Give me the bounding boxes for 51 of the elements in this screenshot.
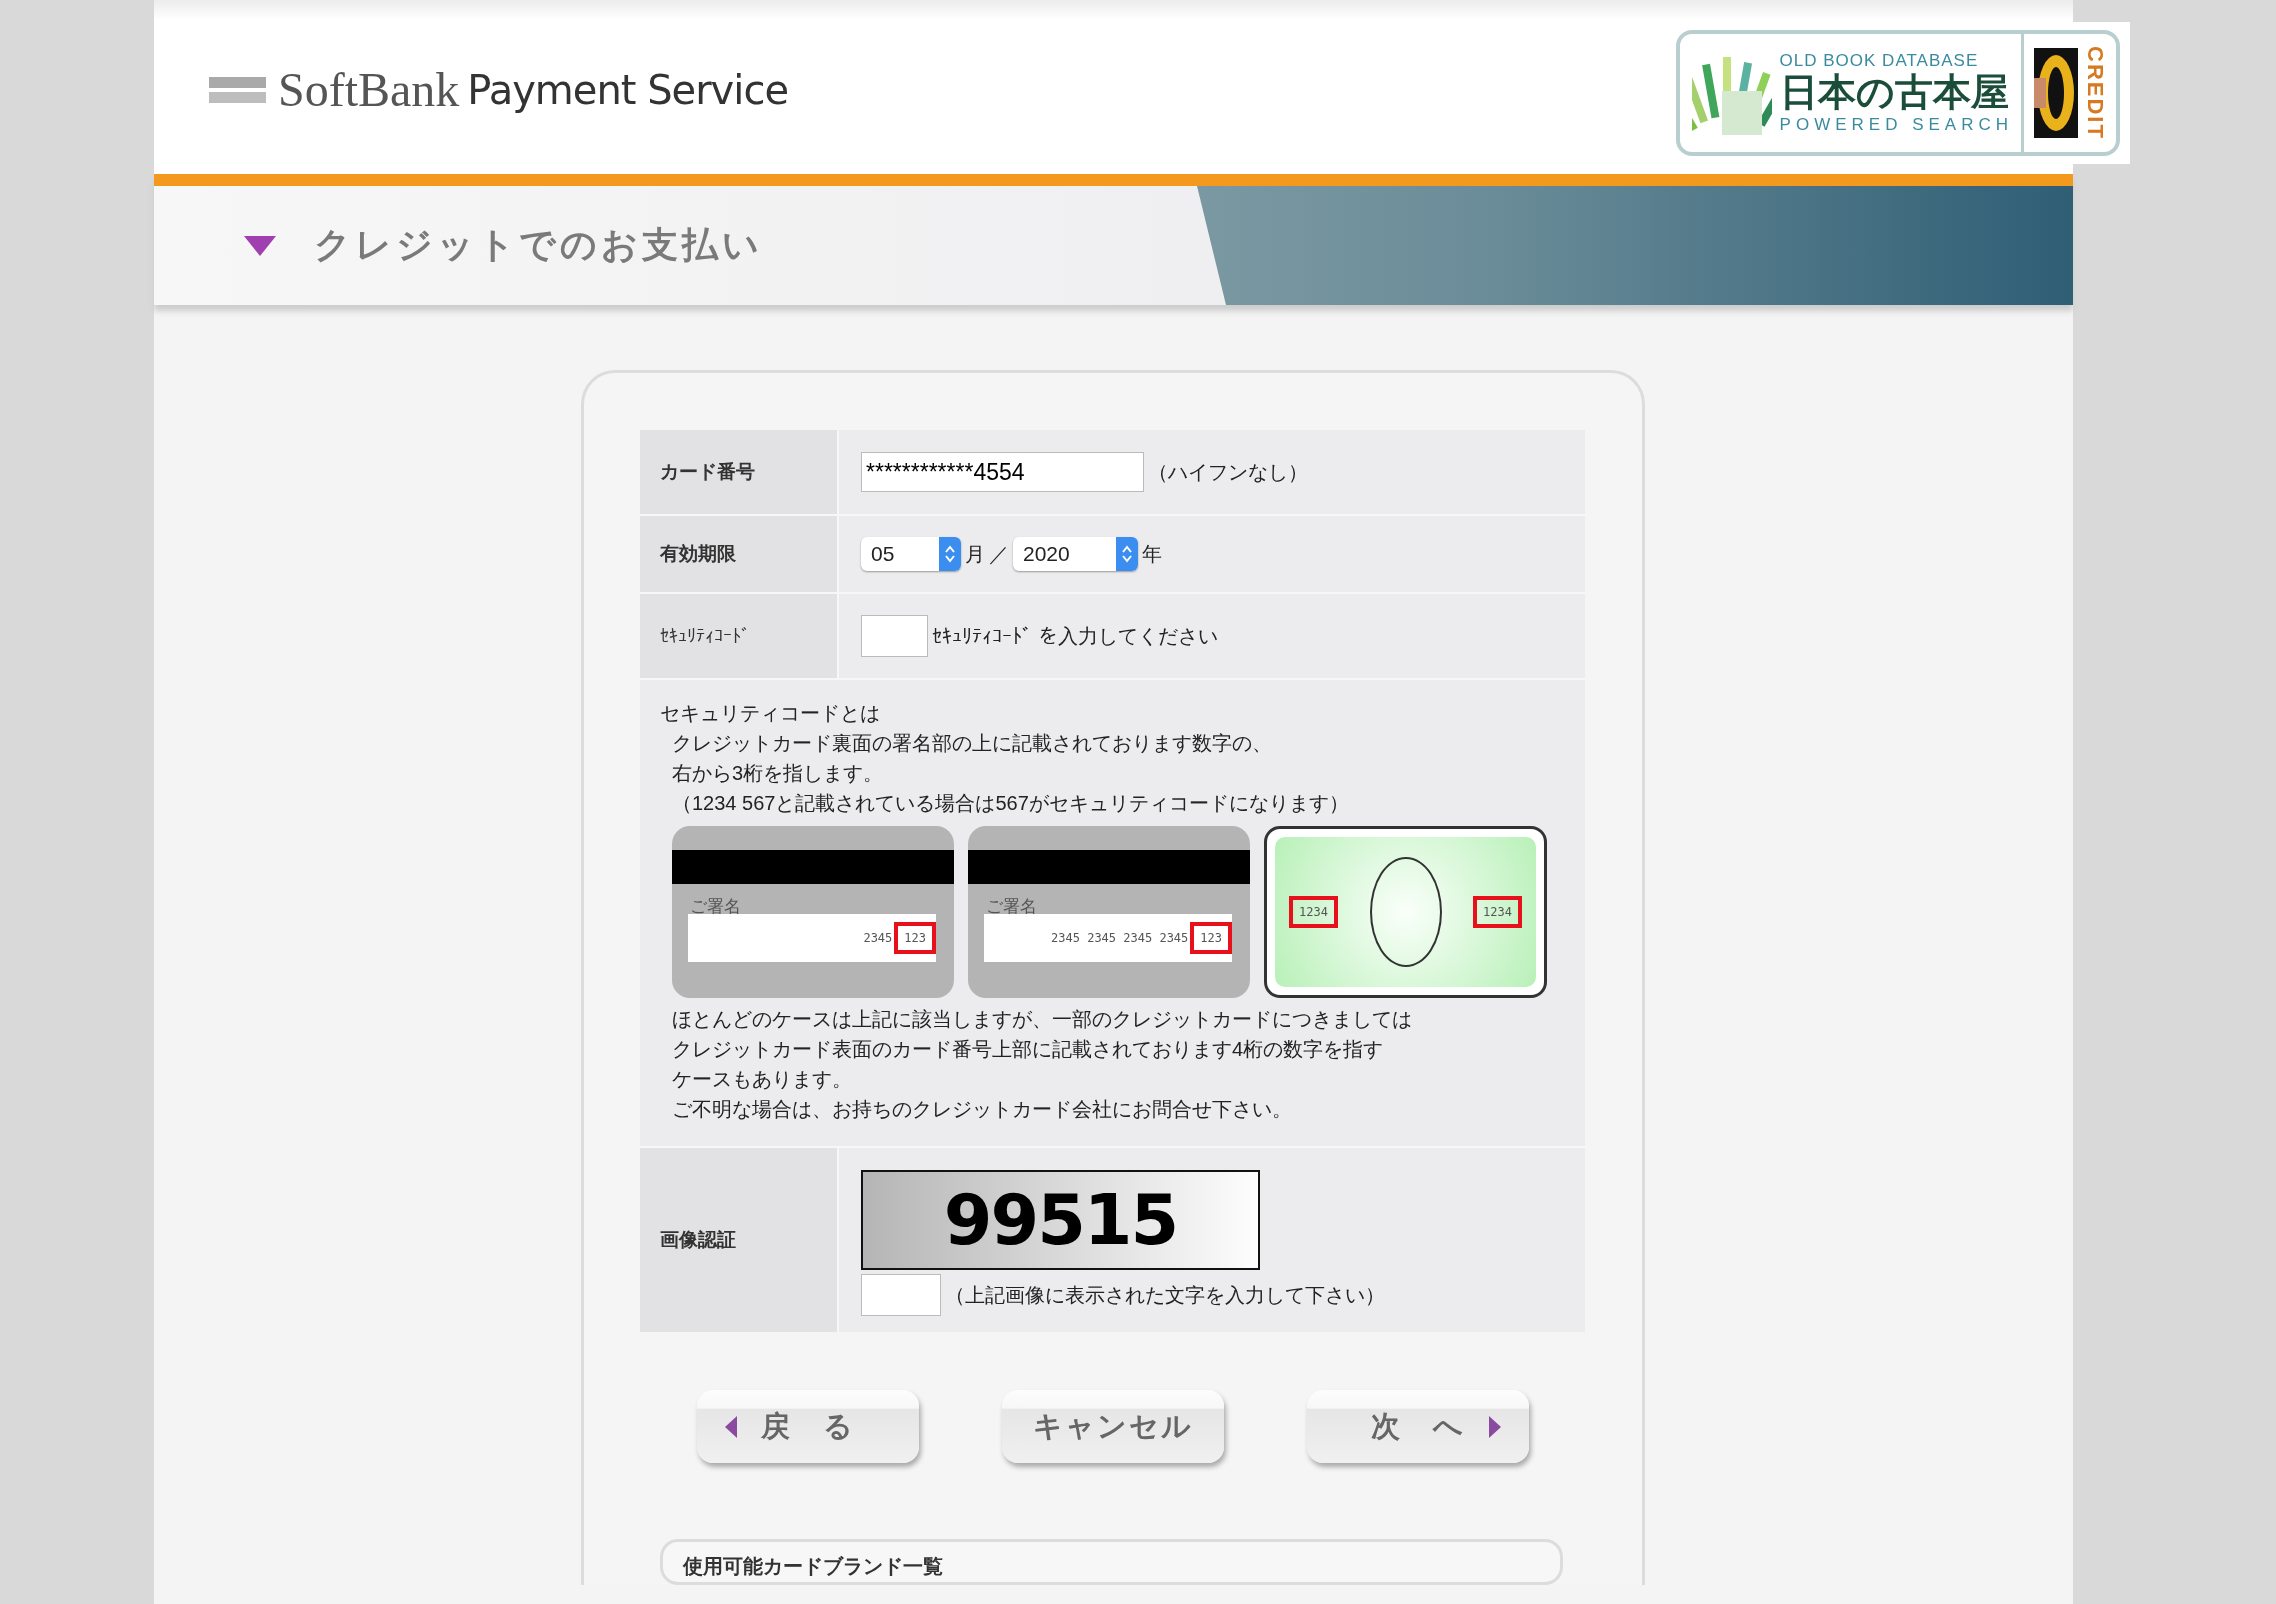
down-triangle-icon [244, 235, 276, 256]
row-label-cell: カード番号 [640, 430, 837, 514]
logo-tagline: OLD BOOK DATABASE [1779, 51, 1979, 72]
security-code-text: 123 [894, 922, 936, 954]
card-number-text: 2345 2345 2345 2345 [1051, 930, 1189, 947]
month-select[interactable]: 05 [861, 537, 961, 571]
stepper-icon [1116, 537, 1138, 571]
stepper-icon [939, 537, 961, 571]
card-code-text: 1234 [1289, 896, 1338, 928]
coin-icon [2034, 48, 2078, 138]
hint-text: ｾｷｭﾘﾃｨｺｰﾄﾞ を入力してください [932, 623, 1218, 649]
info-text: クレジットカード表面のカード番号上部に記載されております4桁の数字を指す [671, 1037, 1385, 1062]
left-triangle-icon [725, 1415, 737, 1438]
panel-title: 使用可能カードブランド一覧 [683, 1554, 944, 1578]
unit-label: 年 [1142, 541, 1162, 567]
hint-text: （上記画像に表示された文字を入力して下さい） [945, 1282, 1385, 1308]
card-code-text: 1234 [1473, 896, 1522, 928]
logo-name: 日本の古本屋 [1779, 73, 2009, 113]
card-number-text: 2345 [863, 930, 893, 947]
unit-label: 月 [965, 541, 985, 567]
year-select[interactable]: 2020 [1013, 537, 1138, 571]
card-number-field[interactable]: ************4554 [861, 452, 1144, 492]
signature-label: ご署名 [986, 896, 1037, 918]
info-text: ほとんどのケースは上記に該当しますが、一部のクレジットカードにつきましては [671, 1007, 1413, 1032]
next-button[interactable]: 次 へ [1307, 1390, 1529, 1463]
info-text: ケースもあります。 [671, 1067, 853, 1092]
security-code-text: 123 [1190, 922, 1232, 954]
captcha-field[interactable] [861, 1274, 941, 1316]
oval-icon [1369, 857, 1442, 967]
info-text: クレジットカード裏面の署名部の上に記載されております数字の、 [671, 731, 1273, 756]
brand-name: SoftBank [278, 62, 460, 117]
row-label-cell: 画像認証 [640, 1148, 837, 1332]
signature-label: ご署名 [690, 896, 741, 918]
separator-text: ／ [989, 541, 1009, 567]
captcha-image: 99515 [861, 1170, 1260, 1270]
info-text: （1234 567と記載されている場合は567がセキュリティコードになります） [671, 791, 1350, 816]
page-title: クレジットでのお支払い [314, 223, 763, 267]
logo-subtitle: POWERED SEARCH [1779, 114, 2013, 135]
cancel-button[interactable]: キャンセル [1002, 1390, 1224, 1463]
row-label-cell: ｾｷｭﾘﾃｨｺｰﾄﾞ [640, 594, 837, 678]
info-text: 右から3桁を指します。 [671, 761, 885, 786]
credit-label: CREDIT [2082, 46, 2108, 140]
row-label-cell: 有効期限 [640, 516, 837, 592]
service-name: Payment Service [467, 66, 788, 113]
hint-text: （ハイフンなし） [1148, 459, 1308, 485]
info-heading: セキュリティコードとは [660, 701, 881, 726]
info-text: ご不明な場合は、お持ちのクレジットカード会社にお問合せ下さい。 [671, 1097, 1293, 1122]
back-button[interactable]: 戻 る [697, 1390, 919, 1463]
right-triangle-icon [1489, 1415, 1501, 1438]
menu-bars-icon [209, 76, 266, 103]
security-code-field[interactable] [861, 615, 928, 657]
